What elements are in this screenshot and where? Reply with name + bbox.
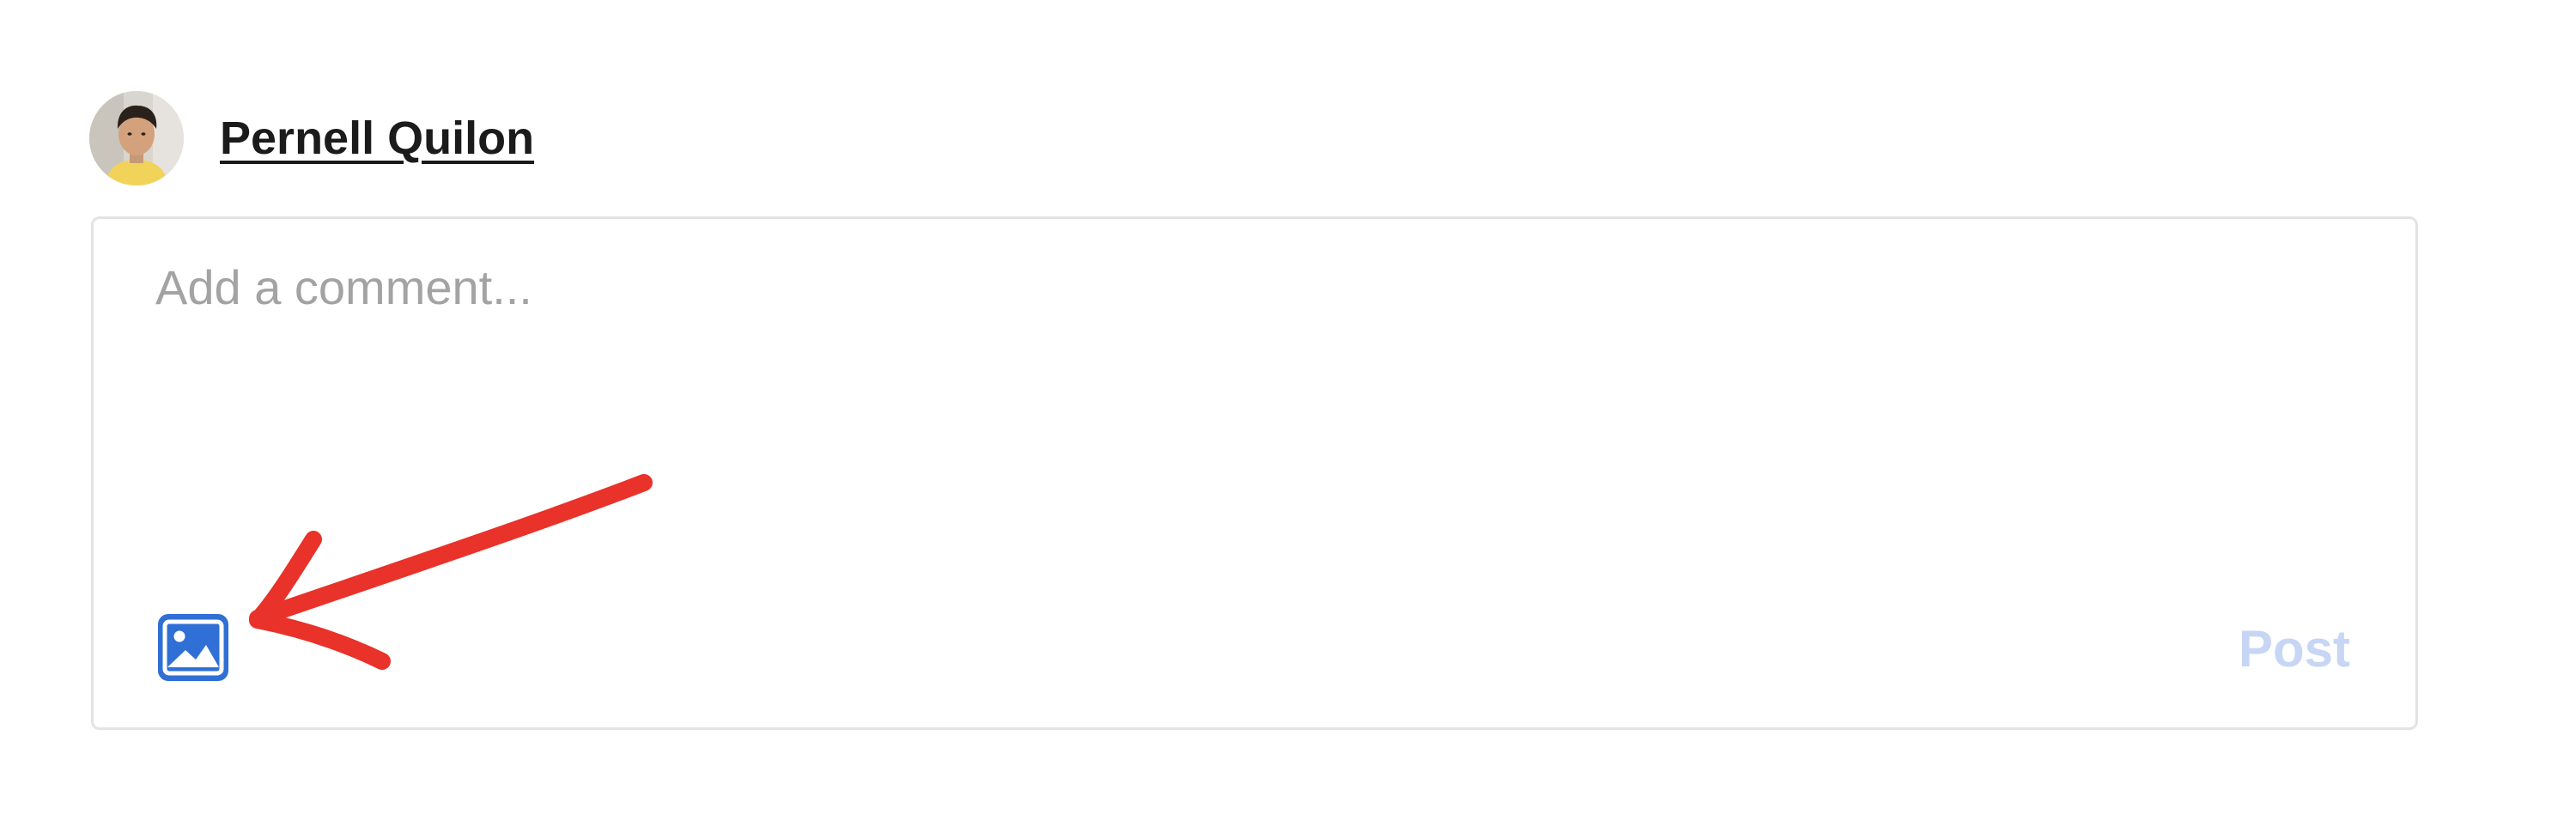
author-name-link[interactable]: Pernell Quilon — [220, 112, 534, 165]
comment-box: Post — [91, 216, 2418, 730]
post-button[interactable]: Post — [2239, 614, 2350, 683]
comment-author: Pernell Quilon — [89, 91, 534, 185]
avatar[interactable] — [89, 91, 184, 185]
comment-input[interactable] — [155, 257, 2354, 429]
image-icon — [158, 614, 228, 681]
avatar-photo — [89, 91, 184, 185]
add-image-button[interactable] — [158, 614, 228, 681]
